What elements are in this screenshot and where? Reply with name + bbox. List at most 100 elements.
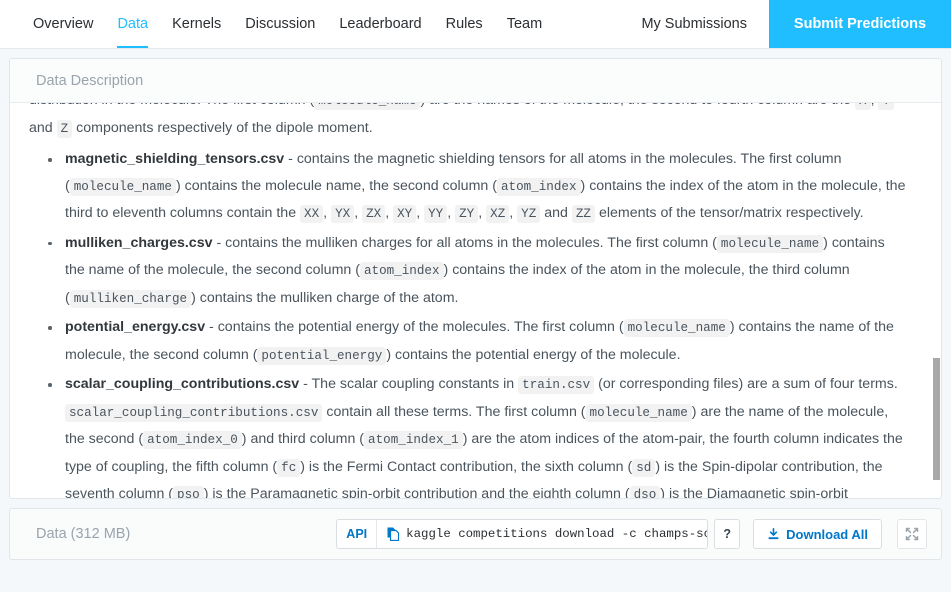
nav-actions: My Submissions Submit Predictions: [619, 0, 951, 48]
list-item-mulliken-charges: mulliken_charges.csv - contains the mull…: [48, 230, 907, 313]
filename-potential-energy: potential_energy.csv: [65, 319, 206, 335]
api-help-label: ?: [723, 527, 731, 541]
submit-predictions-button[interactable]: Submit Predictions: [769, 0, 951, 48]
submit-predictions-label: Submit Predictions: [793, 16, 927, 32]
api-label-button[interactable]: API: [337, 520, 378, 548]
code-x: X: [855, 103, 871, 110]
data-description-title: Data Description: [36, 72, 144, 89]
code-tensor-xx: XX: [300, 205, 324, 223]
file-description-list: magnetic_shielding_tensors.csv - contain…: [29, 146, 907, 499]
filename-magnetic-shielding-tensors: magnetic_shielding_tensors.csv: [65, 151, 285, 167]
copy-icon[interactable]: [386, 527, 400, 541]
code-mst-molecule-name: molecule_name: [69, 177, 176, 196]
scc-text-2: (or corresponding files) are a sum of fo…: [598, 376, 898, 392]
data-size-label: Data (312 MB): [36, 526, 131, 542]
download-all-button[interactable]: Download All: [753, 519, 882, 549]
code-atom-index-1: atom_index_1: [364, 431, 463, 449]
scc-text-5: ) and third column (: [241, 431, 365, 447]
data-description-content: distribution in the molecule. The first …: [10, 103, 941, 499]
code-mst-atom-index: atom_index: [496, 177, 581, 196]
code-mc-atom-index: atom_index: [359, 262, 444, 280]
api-command-group: API kaggle competitions download -c cham…: [336, 519, 709, 549]
intro-sep-1: ,: [871, 103, 875, 108]
api-label-text: API: [346, 527, 368, 541]
download-icon: [768, 527, 779, 539]
code-z: Z: [56, 119, 73, 138]
code-scc-molecule-name: molecule_name: [585, 403, 692, 422]
code-tensor-xz: XZ: [486, 205, 510, 223]
tab-leaderboard[interactable]: Leaderboard: [327, 0, 433, 48]
intro-mid: ) are the names of the molecule, the sec…: [420, 103, 851, 108]
code-pe-molecule-name: molecule_name: [623, 319, 730, 337]
data-description-body[interactable]: distribution in the molecule. The first …: [10, 103, 941, 499]
description-scrollbar-thumb[interactable]: [933, 358, 940, 480]
mst-text-4: elements of the tensor/matrix respective…: [598, 205, 864, 221]
competition-navbar: Overview Data Kernels Discussion Leaderb…: [0, 0, 951, 49]
code-tensor-zx: ZX: [362, 205, 386, 223]
scc-text-1: - The scalar coupling constants in: [303, 376, 515, 392]
code-atom-index-0: atom_index_0: [143, 431, 242, 449]
tab-rules[interactable]: Rules: [434, 0, 495, 48]
pe-text-1: - contains the potential energy of the m…: [209, 319, 624, 335]
data-description-header: Data Description: [10, 59, 941, 103]
list-item-magnetic-shielding-tensors: magnetic_shielding_tensors.csv - contain…: [48, 146, 907, 228]
pe-text-3: ) contains the potential energy of the m…: [386, 346, 681, 363]
code-pso: pso: [173, 486, 204, 498]
description-scrollbar[interactable]: [932, 103, 941, 498]
code-dso: dso: [629, 486, 661, 498]
intro-tail: components respectively of the dipole mo…: [76, 119, 373, 136]
api-help-button[interactable]: ?: [714, 519, 741, 549]
api-command-field[interactable]: kaggle competitions download -c champs-s…: [377, 520, 707, 548]
tab-overview[interactable]: Overview: [21, 0, 105, 48]
mst-and: and: [544, 205, 568, 221]
code-molecule-name: molecule_name: [314, 103, 421, 110]
expand-fullscreen-button[interactable]: [897, 519, 927, 549]
code-fc: fc: [277, 458, 301, 477]
code-mc-molecule-name: molecule_name: [716, 234, 824, 253]
code-tensor-yy: YY: [424, 205, 448, 223]
intro-paragraph: distribution in the molecule. The first …: [29, 103, 907, 142]
intro-pre: distribution in the molecule. The first …: [29, 103, 314, 108]
expand-icon: [905, 527, 919, 541]
download-all-label: Download All: [786, 526, 868, 542]
data-description-card: Data Description distribution in the mol…: [9, 58, 942, 499]
mc-text-1: - contains the mulliken charges for all …: [216, 234, 717, 251]
code-y: Y: [878, 103, 895, 110]
tab-discussion[interactable]: Discussion: [233, 0, 327, 48]
tab-data-label: Data: [117, 16, 149, 32]
code-tensor-yx: YX: [331, 205, 355, 223]
code-tensor-zz: ZZ: [571, 205, 595, 223]
mc-text-4: ) contains the mulliken charge of the at…: [191, 289, 459, 306]
data-page: Data Description distribution in the mol…: [0, 49, 951, 592]
tab-leaderboard-label: Leaderboard: [339, 16, 422, 32]
tab-overview-label: Overview: [33, 16, 94, 32]
code-mulliken-charge: mulliken_charge: [69, 289, 192, 308]
scc-text-3: contain all these terms. The first colum…: [326, 403, 586, 420]
code-train-csv: train.csv: [518, 376, 595, 394]
filename-scalar-coupling-contributions: scalar_coupling_contributions.csv: [65, 376, 300, 392]
tab-data[interactable]: Data: [105, 0, 160, 48]
tab-discussion-label: Discussion: [245, 16, 316, 32]
scc-text-7: ) is the Fermi Contact contribution, the…: [300, 458, 633, 475]
code-scc-file: scalar_coupling_contributions.csv: [65, 403, 323, 422]
mst-text-2: ) contains the molecule name, the second…: [175, 177, 497, 194]
tab-kernels[interactable]: Kernels: [160, 0, 233, 48]
tab-team[interactable]: Team: [495, 0, 554, 48]
code-sd: sd: [632, 458, 656, 477]
list-item-scalar-coupling-contributions: scalar_coupling_contributions.csv - The …: [48, 371, 907, 499]
filename-mulliken-charges: mulliken_charges.csv: [65, 234, 213, 251]
code-tensor-zy: ZY: [455, 205, 479, 223]
code-potential-energy: potential_energy: [257, 346, 387, 365]
tab-team-label: Team: [506, 16, 543, 32]
tab-rules-label: Rules: [445, 16, 483, 32]
scc-text-9: ) is the Paramagnetic spin-orbit contrib…: [203, 486, 630, 499]
code-tensor-yz: YZ: [517, 205, 541, 223]
my-submissions-label: My Submissions: [641, 16, 747, 32]
intro-and: and: [29, 119, 53, 136]
list-item-potential-energy: potential_energy.csv - contains the pote…: [48, 314, 907, 369]
code-tensor-xy: XY: [393, 205, 417, 223]
data-files-bar: Data (312 MB) API kaggle competitions do…: [9, 508, 942, 560]
api-command-text: kaggle competitions download -c champs-s…: [406, 527, 707, 541]
my-submissions-link[interactable]: My Submissions: [619, 0, 769, 48]
